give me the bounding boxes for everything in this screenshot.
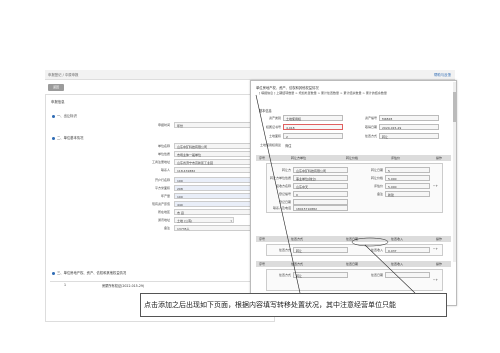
callout-line [364,244,416,294]
annotation-box: 点击添加之后出现如下页面，根据内容填写转移处置状况，其中注意经营单位只能 [140,293,447,317]
annotation-caption: 点击添加之后出现如下页面，根据内容填写转移处置状况，其中注意经营单位只能 [144,301,396,309]
highlight-circle [351,237,389,247]
callout-line [255,94,301,294]
